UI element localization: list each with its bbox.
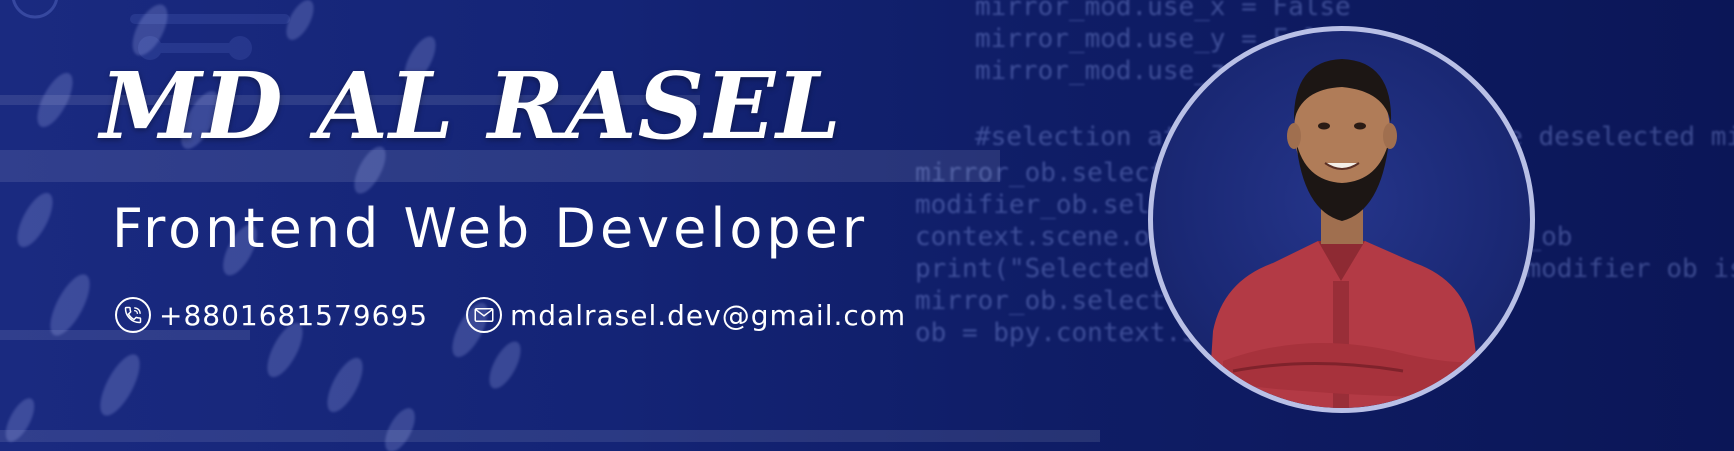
- profile-name: MD AL RASEL: [100, 52, 842, 160]
- person-illustration: [1208, 59, 1483, 408]
- profile-photo: [1148, 26, 1535, 413]
- email-contact[interactable]: mdalrasel.dev@gmail.com: [466, 295, 906, 335]
- job-title: Frontend Web Developer: [112, 197, 869, 260]
- email-address: mdalrasel.dev@gmail.com: [510, 298, 907, 332]
- phone-number: +8801681579695: [159, 298, 429, 332]
- envelope-icon: [466, 297, 502, 333]
- profile-banner: mirror_mod.use_x = False mirror_mod.use_…: [0, 0, 1734, 451]
- phone-contact[interactable]: +8801681579695: [115, 295, 428, 335]
- phone-icon: [115, 297, 151, 333]
